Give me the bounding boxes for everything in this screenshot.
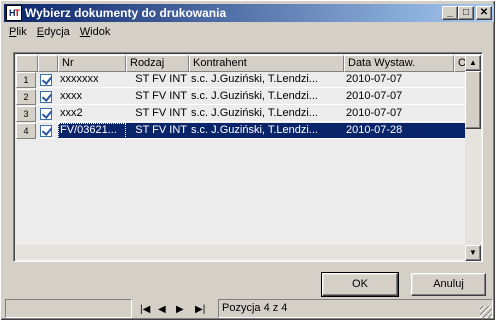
header-check[interactable] <box>38 55 58 72</box>
next-record-icon[interactable]: ▶ <box>176 304 184 315</box>
cell-data: 2010-07-28 <box>344 123 467 139</box>
vertical-scrollbar[interactable]: ▲ ▼ <box>465 55 481 261</box>
menu-widok[interactable]: Widok <box>75 26 116 38</box>
header-rownum <box>16 55 38 72</box>
menu-bar: Plik Edycja Widok <box>4 23 115 41</box>
cell-rodzaj-text: ST FV INT <box>135 73 187 85</box>
cell-nr: xxx2 <box>58 106 126 122</box>
cell-nr: xxxxxxx <box>58 72 126 88</box>
first-record-icon[interactable]: |◀ <box>140 304 150 315</box>
window-title: Wybierz dokumenty do drukowania <box>25 6 227 20</box>
dialog-window: HT Wybierz dokumenty do drukowania _ □ ✕… <box>0 0 496 321</box>
cell-data: 2010-07-07 <box>344 89 467 105</box>
cell-nr: xxxx <box>58 89 126 105</box>
row-checkbox[interactable] <box>40 74 52 86</box>
cell-data: 2010-07-07 <box>344 72 467 88</box>
minimize-icon: _ <box>447 7 453 18</box>
record-position: Pozycja 4 z 4 <box>218 299 493 318</box>
navigator: |◀ ◀ ▶ ▶| <box>134 299 217 318</box>
row-checkbox[interactable] <box>40 125 52 137</box>
row-number: 4 <box>16 123 36 139</box>
cell-rodzaj-text: ST FV INT <box>135 107 187 119</box>
scroll-down-button[interactable]: ▼ <box>465 245 481 261</box>
cell-rodzaj: ST FV INT <box>126 106 189 122</box>
row-checkbox[interactable] <box>40 91 52 103</box>
menu-edycja[interactable]: Edycja <box>32 26 75 38</box>
cell-rodzaj-text: ST FV INT <box>135 90 187 102</box>
resize-grip[interactable] <box>480 306 492 318</box>
menu-plik[interactable]: Plik <box>4 26 32 38</box>
table-row[interactable]: 1 xxxxxxx ST FV INT s.c. J.Guziński, T.L… <box>16 72 467 88</box>
cell-kontrahent: s.c. J.Guziński, T.Lendzi... <box>189 123 344 139</box>
status-panel-left <box>5 299 132 318</box>
table-row[interactable]: 2 xxxx ST FV INT s.c. J.Guziński, T.Lend… <box>16 89 467 105</box>
cell-data: 2010-07-07 <box>344 106 467 122</box>
arrow-up-icon: ▲ <box>469 58 477 67</box>
check-cell[interactable] <box>37 72 58 88</box>
table-row[interactable]: 3 xxx2 ST FV INT s.c. J.Guziński, T.Lend… <box>16 106 467 122</box>
close-button[interactable]: ✕ <box>476 6 492 20</box>
header-data-wystaw[interactable]: Data Wystaw. <box>344 55 454 72</box>
cell-kontrahent: s.c. J.Guziński, T.Lendzi... <box>189 89 344 105</box>
header-nr[interactable]: Nr <box>58 55 126 72</box>
check-cell[interactable] <box>37 123 58 139</box>
row-number: 3 <box>16 106 36 122</box>
check-cell[interactable] <box>37 89 58 105</box>
cell-rodzaj: ST FV INT <box>126 89 189 105</box>
minimize-button[interactable]: _ <box>442 6 458 20</box>
header-kontrahent[interactable]: Kontrahent <box>189 55 344 72</box>
documents-grid[interactable]: Nr Rodzaj Kontrahent Data Wystaw. O 1 xx… <box>13 52 483 262</box>
maximize-icon: □ <box>462 7 470 18</box>
scroll-thumb[interactable] <box>465 71 481 129</box>
row-number: 2 <box>16 89 36 105</box>
status-bar: |◀ ◀ ▶ ▶| Pozycja 4 z 4 <box>3 299 493 319</box>
cancel-button[interactable]: Anuluj <box>411 273 486 296</box>
title-bar[interactable]: HT Wybierz dokumenty do drukowania _ □ ✕ <box>4 4 494 22</box>
close-icon: ✕ <box>479 7 489 18</box>
row-checkbox[interactable] <box>40 108 52 120</box>
row-number: 1 <box>16 72 36 88</box>
cell-nr: FV/03621... <box>58 123 126 139</box>
arrow-down-icon: ▼ <box>469 248 477 257</box>
scroll-up-button[interactable]: ▲ <box>465 55 481 71</box>
ok-button[interactable]: OK <box>321 272 399 297</box>
check-cell[interactable] <box>37 106 58 122</box>
cell-kontrahent: s.c. J.Guziński, T.Lendzi... <box>189 106 344 122</box>
last-record-icon[interactable]: ▶| <box>195 304 205 315</box>
table-row-selected[interactable]: 4 FV/03621... ST FV INT s.c. J.Guziński,… <box>16 123 467 139</box>
cell-rodzaj-text: ST FV INT <box>135 124 187 136</box>
maximize-button[interactable]: □ <box>458 6 474 20</box>
header-rodzaj[interactable]: Rodzaj <box>126 55 189 72</box>
cell-rodzaj: ST FV INT <box>126 123 189 139</box>
app-icon: HT <box>6 5 22 21</box>
cell-kontrahent: s.c. J.Guziński, T.Lendzi... <box>189 72 344 88</box>
app-icon-letter-t: T <box>14 8 20 18</box>
prev-record-icon[interactable]: ◀ <box>158 304 166 315</box>
horizontal-scroll-area <box>16 245 465 259</box>
cell-rodzaj: ST FV INT <box>126 72 189 88</box>
